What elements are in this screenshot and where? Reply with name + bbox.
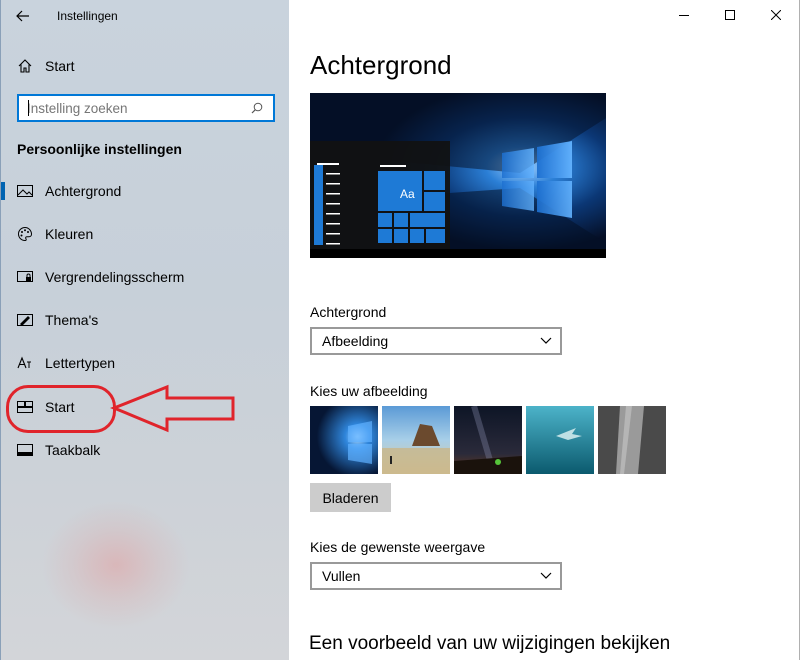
search-input[interactable] — [19, 96, 247, 120]
sidebar-item-lettertypen[interactable]: Lettertypen — [1, 342, 289, 384]
background-dropdown-value: Afbeelding — [322, 333, 389, 349]
picture-thumbnails — [310, 406, 666, 474]
app-title: Instellingen — [57, 9, 118, 23]
sidebar-item-label: Thema's — [45, 312, 99, 328]
preview-tile-label: Aa — [400, 187, 415, 201]
close-button[interactable] — [753, 0, 799, 30]
preview-changes-heading: Een voorbeeld van uw wijzigingen bekijke… — [309, 633, 671, 654]
sidebar-item-kleuren[interactable]: Kleuren — [1, 213, 289, 255]
minimize-icon — [679, 15, 689, 16]
sidebar-item-label: Kleuren — [45, 226, 94, 242]
home-label: Start — [45, 58, 75, 74]
thumbnail-beach-rocks[interactable] — [382, 406, 450, 474]
taskbar-icon — [17, 442, 33, 458]
sidebar-item-themas[interactable]: Thema's — [1, 299, 289, 341]
section-heading: Persoonlijke instellingen — [17, 141, 182, 157]
sidebar-item-label: Taakbalk — [45, 442, 101, 458]
brush-icon — [17, 312, 33, 328]
annotation-highlight-circle — [6, 385, 116, 433]
fit-dropdown-value: Vullen — [322, 568, 361, 584]
fit-dropdown[interactable]: Vullen — [310, 562, 562, 590]
thumbnail-rock-cliff[interactable] — [598, 406, 666, 474]
sidebar-item-label: Lettertypen — [45, 355, 116, 371]
back-button[interactable] — [1, 0, 45, 32]
sidebar-item-vergrendelingsscherm[interactable]: Vergrendelingsscherm — [1, 256, 289, 298]
sidebar-item-achtergrond[interactable]: Achtergrond — [1, 170, 289, 212]
back-arrow-icon — [16, 10, 29, 22]
thumbnail-windows-light[interactable] — [310, 406, 378, 474]
background-dropdown[interactable]: Afbeelding — [310, 327, 562, 355]
text-caret — [28, 100, 29, 116]
browse-button[interactable]: Bladeren — [310, 483, 391, 512]
chevron-down-icon — [540, 337, 552, 344]
home-nav-item[interactable]: Start — [1, 45, 289, 87]
search-icon[interactable] — [247, 102, 267, 114]
desktop-preview: Aa — [310, 93, 606, 258]
page-title: Achtergrond — [310, 50, 452, 80]
fit-label: Kies de gewenste weergave — [310, 539, 486, 555]
close-icon — [771, 10, 781, 20]
window-controls — [661, 0, 799, 30]
preview-wallpaper: Aa — [310, 93, 606, 258]
main-content: Achtergrond Aa Achtergrond Afbeelding Ki… — [289, 0, 800, 660]
maximize-icon — [725, 10, 735, 20]
search-box[interactable] — [17, 94, 275, 122]
thumbnail-night-sky[interactable] — [454, 406, 522, 474]
title-bar: Instellingen — [1, 0, 289, 32]
sidebar-item-label: Vergrendelingsscherm — [45, 269, 185, 285]
sidebar-item-label: Achtergrond — [45, 183, 122, 199]
palette-icon — [17, 226, 33, 242]
chevron-down-icon — [540, 572, 552, 579]
background-label: Achtergrond — [310, 304, 387, 320]
settings-sidebar: Instellingen Start Persoonlijke instelli… — [0, 0, 289, 660]
font-icon — [17, 355, 33, 371]
maximize-button[interactable] — [707, 0, 753, 30]
annotation-arrow — [110, 384, 235, 433]
minimize-button[interactable] — [661, 0, 707, 30]
lock-screen-icon — [17, 269, 33, 285]
thumbnail-underwater[interactable] — [526, 406, 594, 474]
background-glow — [41, 500, 191, 630]
picture-icon — [17, 183, 33, 199]
sidebar-item-taakbalk[interactable]: Taakbalk — [1, 429, 289, 471]
home-icon — [17, 58, 33, 74]
choose-picture-label: Kies uw afbeelding — [310, 383, 428, 399]
